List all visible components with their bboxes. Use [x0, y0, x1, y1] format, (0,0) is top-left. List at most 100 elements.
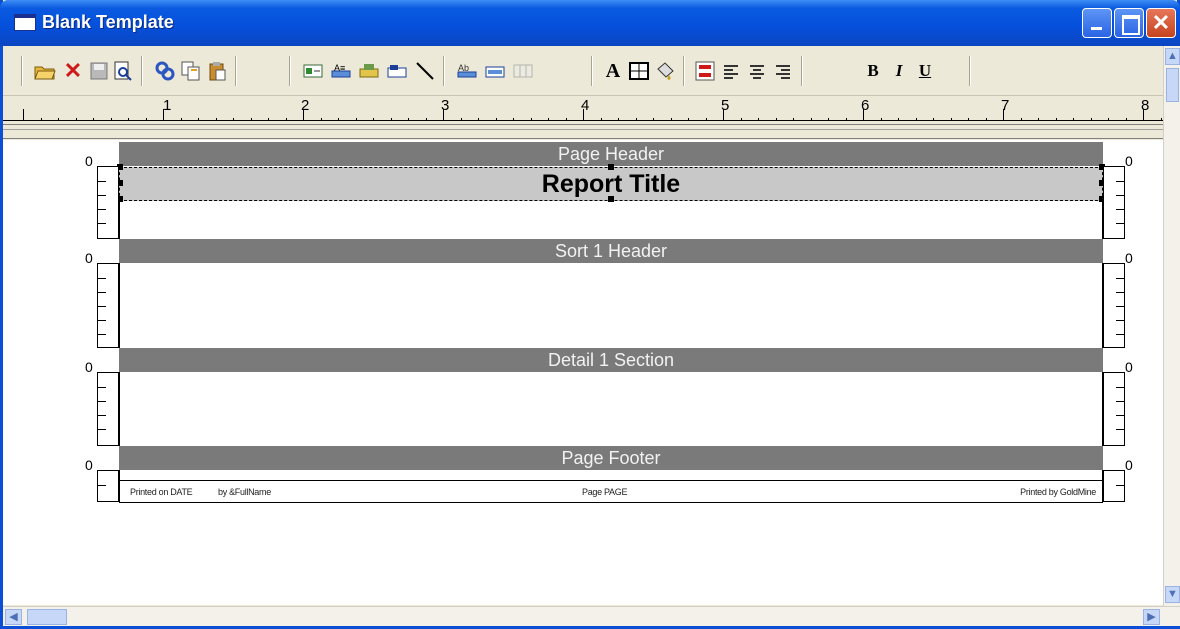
scroll-down-arrow-icon[interactable]: ▼ [1165, 586, 1180, 603]
left-ruler-zero: 0 [85, 457, 93, 473]
right-vertical-ruler[interactable] [1103, 372, 1125, 446]
title-bar[interactable]: Blank Template ✕ [0, 0, 1180, 46]
ruler-tick [110, 118, 112, 121]
ruler-border [3, 125, 1163, 139]
ruler-tick [653, 118, 654, 121]
underline-icon[interactable]: U [913, 59, 937, 83]
window-title: Blank Template [42, 12, 174, 32]
ruler-tick [145, 118, 147, 121]
printed-on-field[interactable]: Printed on DATE [130, 487, 193, 497]
ruler-tick [985, 118, 987, 121]
ruler-tick [740, 118, 742, 121]
printed-by-field[interactable]: Printed by GoldMine [1020, 487, 1096, 497]
page-number-field[interactable]: Page PAGE [582, 487, 627, 497]
ruler-tick [565, 118, 567, 121]
scroll-right-arrow-icon[interactable]: ▶ [1143, 609, 1160, 625]
page-header-band[interactable]: Page Header [119, 142, 1103, 166]
ruler-tick [705, 118, 707, 121]
font-icon[interactable]: A [601, 59, 625, 83]
ruler-tick [1055, 118, 1057, 121]
align-left-icon[interactable]: Ab [455, 59, 479, 83]
ruler-mark: 5 [721, 97, 730, 114]
ruler-mark: 1 [163, 97, 172, 114]
right-ruler-zero: 0 [1125, 250, 1133, 266]
ruler-tick [460, 118, 462, 121]
close-button[interactable]: ✕ [1146, 8, 1176, 38]
bold-icon[interactable]: B [861, 59, 885, 83]
close-icon: ✕ [1151, 10, 1171, 35]
toolbar-separator [21, 56, 23, 86]
left-vertical-ruler[interactable] [97, 263, 119, 348]
border-icon[interactable] [627, 59, 651, 83]
ruler-tick [915, 118, 917, 121]
ruler-tick [233, 118, 234, 121]
maximize-button[interactable] [1114, 8, 1144, 38]
left-ruler-zero: 0 [85, 153, 93, 169]
copy-icon[interactable] [179, 59, 203, 83]
text-left-icon[interactable] [719, 59, 743, 83]
insert-box-icon[interactable] [385, 59, 409, 83]
ruler-tick [513, 118, 514, 121]
ruler-tick [1038, 118, 1039, 121]
insert-field-icon[interactable] [301, 59, 325, 83]
print-preview-icon[interactable] [111, 59, 135, 83]
color-icon[interactable] [693, 59, 717, 83]
save-icon[interactable] [87, 59, 111, 83]
ruler-tick [600, 118, 602, 121]
draw-line-icon[interactable] [413, 59, 437, 83]
ruler-mark: 3 [441, 97, 450, 114]
ruler-tick [670, 118, 672, 121]
scroll-up-arrow-icon[interactable]: ▲ [1165, 48, 1180, 65]
sort-1-header-section[interactable] [119, 263, 1103, 348]
detail-1-section[interactable] [119, 372, 1103, 446]
delete-icon[interactable]: ✕ [61, 58, 85, 83]
scroll-left-arrow-icon[interactable]: ◀ [5, 609, 22, 625]
left-vertical-ruler[interactable] [97, 470, 119, 502]
left-vertical-ruler[interactable] [97, 166, 119, 239]
ruler-tick [355, 118, 357, 121]
ruler-tick [898, 118, 899, 121]
ruler-mark: 6 [861, 97, 870, 114]
paste-icon[interactable] [205, 59, 229, 83]
toolbar-separator [801, 56, 803, 86]
minimize-button[interactable] [1082, 8, 1112, 38]
link-icon[interactable] [153, 59, 177, 83]
ruler-tick [933, 118, 934, 121]
vertical-scroll-thumb[interactable] [1166, 68, 1179, 102]
right-vertical-ruler[interactable] [1103, 263, 1125, 348]
page-footer-fields[interactable]: Printed on DATE by &FullName Page PAGE P… [119, 480, 1103, 503]
page-footer-band[interactable]: Page Footer [119, 446, 1103, 470]
text-right-icon[interactable] [771, 59, 795, 83]
detail-1-section-band[interactable]: Detail 1 Section [119, 348, 1103, 372]
insert-image-icon[interactable] [357, 59, 381, 83]
ruler-tick [338, 118, 339, 121]
insert-label-icon[interactable]: A≡ [329, 59, 353, 83]
full-name-field[interactable]: by &FullName [218, 487, 271, 497]
toolbar: ✕ A≡ Ab A B I U [3, 46, 1163, 96]
resize-handle[interactable] [608, 196, 614, 202]
toolbar-separator [141, 56, 143, 86]
italic-icon[interactable]: I [887, 59, 911, 83]
right-ruler-zero: 0 [1125, 457, 1133, 473]
right-vertical-ruler[interactable] [1103, 470, 1125, 502]
grid-icon[interactable] [511, 59, 535, 83]
ruler-tick [880, 118, 882, 121]
left-ruler-zero: 0 [85, 250, 93, 266]
open-folder-icon[interactable] [33, 59, 57, 83]
ruler-tick [478, 118, 479, 121]
horizontal-scrollbar[interactable]: ◀ ▶ [3, 606, 1180, 626]
sort-1-header-band[interactable]: Sort 1 Header [119, 239, 1103, 263]
ruler-mark: 4 [581, 97, 590, 114]
report-design-canvas[interactable]: Page Header Report Title Sort 1 Header D… [3, 140, 1163, 605]
vertical-scrollbar[interactable]: ▲ ▼ [1163, 46, 1180, 607]
resize-handle[interactable] [608, 164, 614, 170]
ruler-tick [373, 118, 374, 121]
fill-icon[interactable] [653, 59, 677, 83]
text-center-icon[interactable] [745, 59, 769, 83]
left-vertical-ruler[interactable] [97, 372, 119, 446]
horizontal-scroll-thumb[interactable] [27, 609, 67, 625]
svg-text:A≡: A≡ [334, 63, 345, 73]
align-top-icon[interactable] [483, 59, 507, 83]
ruler-tick [198, 118, 199, 121]
right-vertical-ruler[interactable] [1103, 166, 1125, 239]
